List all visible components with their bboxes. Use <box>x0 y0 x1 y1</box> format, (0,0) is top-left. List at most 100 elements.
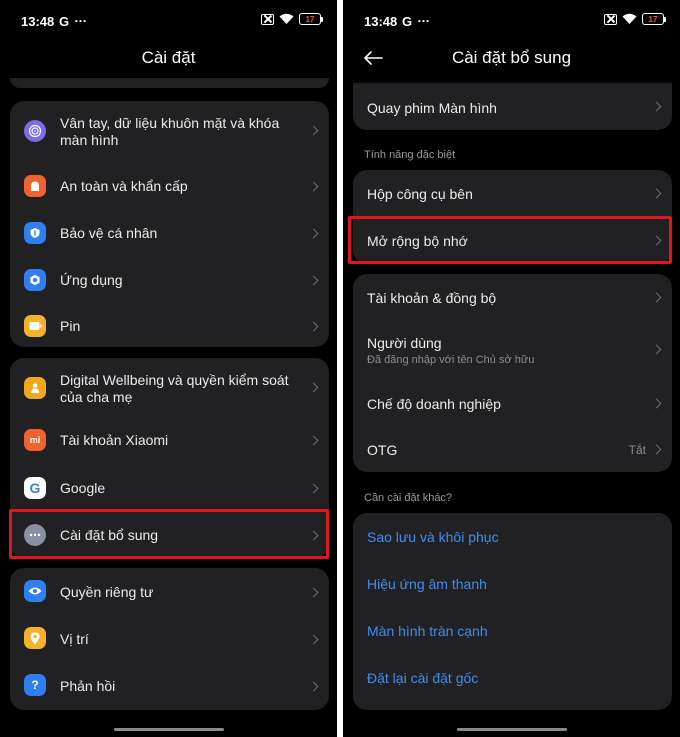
settings-item-otg[interactable]: OTG Tắt <box>353 426 672 472</box>
google-notification-icon: G <box>402 14 413 29</box>
xiaomi-icon: mi <box>24 429 46 451</box>
highlight-box <box>9 509 329 559</box>
settings-item-label: Ứng dụng <box>60 272 123 288</box>
link-backup-restore[interactable]: Sao lưu và khôi phục <box>353 513 672 560</box>
settings-item-users[interactable]: Người dùng Đã đăng nhập với tên Chủ sở h… <box>353 320 672 380</box>
settings-item-location[interactable]: Vị trí <box>10 615 329 662</box>
settings-item-label: Quyền riêng tư <box>60 584 154 600</box>
settings-item-label: Vân tay, dữ liệu khuôn mặt và khóa màn h… <box>60 115 280 148</box>
settings-item-label: Chế độ doanh nghiệp <box>367 396 501 412</box>
settings-item-privacy-protection[interactable]: Bảo vệ cá nhân <box>10 210 329 257</box>
more-notifications-icon: … <box>417 10 431 25</box>
chevron-right-icon <box>308 382 319 393</box>
google-icon: G <box>24 477 46 499</box>
settings-item-enterprise-mode[interactable]: Chế độ doanh nghiệp <box>353 380 672 426</box>
otg-status-value: Tắt <box>628 443 646 457</box>
settings-item-sidebar-toolbox[interactable]: Hộp công cụ bên <box>353 170 672 217</box>
link-label: Sao lưu và khôi phục <box>367 529 499 545</box>
link-label: Hiệu ứng âm thanh <box>367 576 487 592</box>
settings-item-fingerprint[interactable]: Vân tay, dữ liệu khuôn mặt và khóa màn h… <box>10 101 329 163</box>
wellbeing-icon <box>24 377 46 399</box>
settings-item-label: Người dùng <box>367 335 442 351</box>
settings-item-label: Quay phim Màn hình <box>367 100 497 116</box>
settings-group-other-links: Sao lưu và khôi phục Hiệu ứng âm thanh M… <box>353 513 672 710</box>
emergency-icon <box>24 175 46 197</box>
eye-icon <box>24 580 46 602</box>
chevron-right-icon <box>651 398 662 409</box>
settings-item-label: OTG <box>367 442 398 458</box>
location-icon <box>24 627 46 649</box>
section-header-other-settings: Cần cài đặt khác? <box>364 492 453 504</box>
settings-item-xiaomi-account[interactable]: mi Tài khoản Xiaomi <box>10 418 329 465</box>
link-sound-effects[interactable]: Hiệu ứng âm thanh <box>353 560 672 607</box>
privacy-shield-icon <box>24 222 46 244</box>
chevron-right-icon <box>308 634 319 645</box>
chevron-right-icon <box>308 483 319 494</box>
chevron-right-icon <box>651 292 662 303</box>
chevron-right-icon <box>308 435 319 446</box>
more-notifications-icon: … <box>74 10 88 25</box>
settings-screen: 13:48 G … 17 Cài đặt Vân tay, dữ liệu kh… <box>0 0 337 737</box>
chevron-right-icon <box>651 344 662 355</box>
apps-icon <box>24 269 46 291</box>
status-time: 13:48 <box>364 14 398 29</box>
chevron-right-icon <box>651 101 662 112</box>
status-bar: 13:48 G … 17 <box>343 0 680 40</box>
settings-item-label: An toàn và khẩn cấp <box>60 178 188 194</box>
chevron-right-icon <box>308 587 319 598</box>
home-indicator[interactable] <box>456 728 567 731</box>
battery-indicator: 17 <box>299 13 323 25</box>
settings-item-label: Bảo vệ cá nhân <box>60 225 158 241</box>
chevron-right-icon <box>308 228 319 239</box>
link-factory-reset[interactable]: Đặt lại cài đặt gốc <box>353 654 672 710</box>
chevron-right-icon <box>308 275 319 286</box>
chevron-right-icon <box>651 444 662 455</box>
section-header-special-features: Tính năng đặc biệt <box>364 149 456 161</box>
settings-item-label: Pin <box>60 318 81 334</box>
wifi-icon <box>622 13 637 24</box>
no-sim-icon <box>261 13 274 25</box>
chevron-right-icon <box>308 181 319 192</box>
highlight-box <box>348 216 672 264</box>
settings-item-screen-recorder[interactable]: Quay phim Màn hình <box>353 83 672 130</box>
settings-item-label: Hộp công cụ bên <box>367 186 473 202</box>
chevron-right-icon <box>651 188 662 199</box>
battery-indicator: 17 <box>642 13 666 25</box>
link-edge-display[interactable]: Màn hình tràn cạnh <box>353 607 672 654</box>
settings-item-privacy[interactable]: Quyền riêng tư <box>10 568 329 615</box>
settings-item-apps[interactable]: Ứng dụng <box>10 257 329 304</box>
link-label: Màn hình tràn cạnh <box>367 623 488 639</box>
battery-level: 17 <box>642 13 664 25</box>
home-indicator[interactable] <box>113 728 224 731</box>
settings-item-label: Digital Wellbeing và quyền kiểm soát của… <box>60 372 289 405</box>
settings-group-privacy: Quyền riêng tư Vị trí ? Phản hồi <box>10 568 329 710</box>
settings-item-label: Vị trí <box>60 631 89 647</box>
settings-item-emergency[interactable]: An toàn và khẩn cấp <box>10 163 329 210</box>
settings-item-label: Phản hồi <box>60 678 116 694</box>
feedback-icon: ? <box>24 674 46 696</box>
status-time: 13:48 <box>21 14 55 29</box>
settings-item-accounts-sync[interactable]: Tài khoản & đồng bộ <box>353 274 672 320</box>
settings-item-feedback[interactable]: ? Phản hồi <box>10 662 329 710</box>
fingerprint-icon <box>24 120 46 142</box>
settings-item-subtitle: Đã đăng nhập với tên Chủ sở hữu <box>367 354 535 366</box>
chevron-right-icon <box>308 125 319 136</box>
page-title: Cài đặt bổ sung <box>451 48 572 67</box>
screenshot-stage: 13:48 G … 17 Cài đặt Vân tay, dữ liệu kh… <box>0 0 680 737</box>
scrolled-card-remnant <box>10 78 329 88</box>
google-notification-icon: G <box>59 14 70 29</box>
settings-group-accounts: Tài khoản & đồng bộ Người dùng Đã đăng n… <box>353 274 672 472</box>
additional-settings-screen: 13:48 G … 17 Cài đặt bổ sung Quay phim M… <box>343 0 680 737</box>
chevron-right-icon <box>308 681 319 692</box>
status-bar: 13:48 G … 17 <box>0 0 337 40</box>
settings-item-battery[interactable]: Pin <box>10 304 329 347</box>
settings-item-label: Tài khoản & đồng bộ <box>367 290 497 306</box>
battery-icon <box>24 315 46 337</box>
link-label: Đặt lại cài đặt gốc <box>367 670 479 686</box>
page-title: Cài đặt <box>141 48 196 67</box>
battery-level: 17 <box>299 13 321 25</box>
settings-item-digital-wellbeing[interactable]: Digital Wellbeing và quyền kiểm soát của… <box>10 358 329 418</box>
settings-item-google[interactable]: G Google <box>10 465 329 512</box>
settings-group-security: Vân tay, dữ liệu khuôn mặt và khóa màn h… <box>10 101 329 347</box>
chevron-right-icon <box>308 321 319 332</box>
